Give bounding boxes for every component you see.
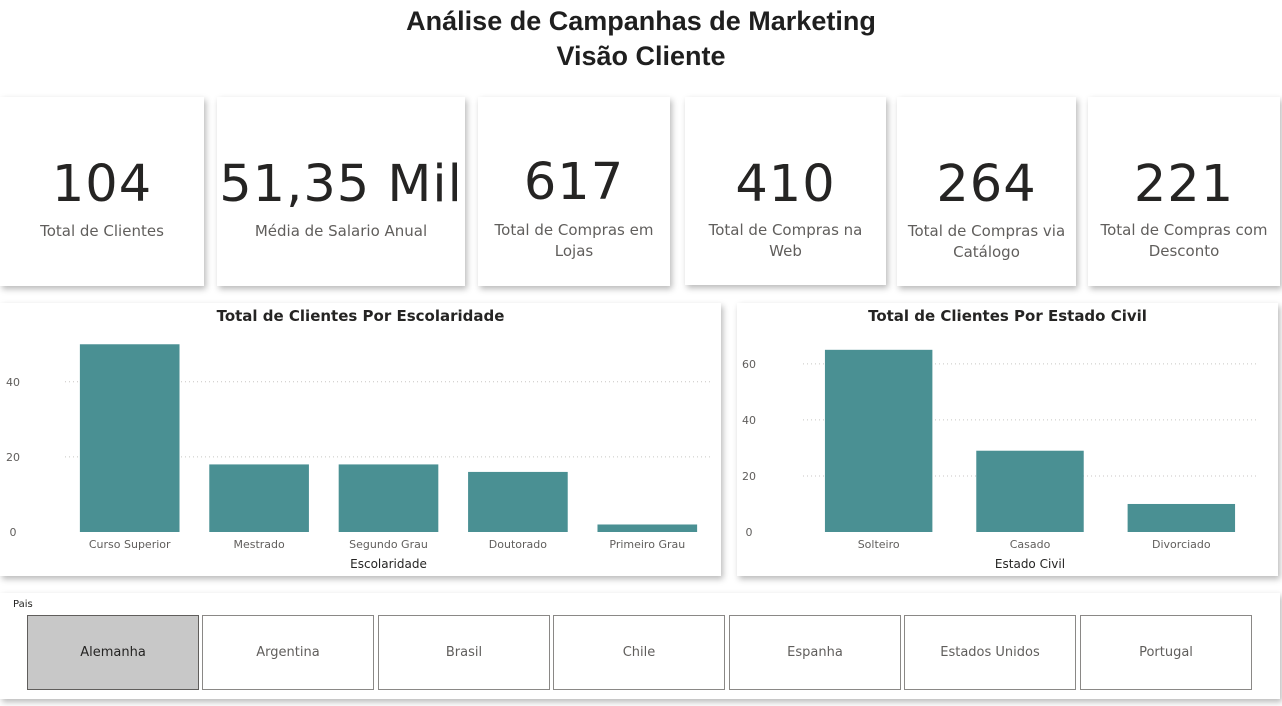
x-tick-label: Doutorado xyxy=(489,538,547,551)
country-option[interactable]: Alemanha xyxy=(27,615,199,690)
kpi-card-media-salario: 51,35 Mil Média de Salario Anual xyxy=(217,97,465,286)
country-option[interactable]: Brasil xyxy=(378,615,550,690)
x-tick-label: Primeiro Grau xyxy=(609,538,685,551)
country-option[interactable]: Portugal xyxy=(1080,615,1252,690)
country-option[interactable]: Espanha xyxy=(729,615,901,690)
kpi-label: Total de Compras na Web xyxy=(708,221,863,260)
country-option[interactable]: Chile xyxy=(553,615,725,690)
x-axis-title: Escolaridade xyxy=(350,557,427,571)
x-tick-label: Casado xyxy=(1010,538,1051,551)
y-tick-label: 40 xyxy=(742,414,756,427)
kpi-value: 51,35 Mil xyxy=(219,155,463,214)
kpi-value: 617 xyxy=(523,153,625,212)
y-tick-label: 0 xyxy=(10,526,17,539)
y-tick-label: 40 xyxy=(6,376,20,389)
kpi-card-compras-web: 410 Total de Compras na Web xyxy=(685,97,886,285)
bar xyxy=(976,450,1084,532)
kpi-value: 410 xyxy=(735,155,836,214)
x-tick-label: Divorciado xyxy=(1152,538,1211,551)
bar xyxy=(209,464,309,532)
title-line-2: Visão Cliente xyxy=(556,41,726,71)
chart-estado-civil: 0 20 40 60 Solteiro Casado Divorciado Estado Ci… xyxy=(742,349,1257,571)
kpi-card-total-clientes: 104 Total de Clientes xyxy=(0,97,204,286)
kpi-card-compras-lojas: 617 Total de Compras em Lojas xyxy=(478,97,670,286)
page-title: Análise de Campanhas de Marketing Visão … xyxy=(0,4,1282,74)
kpi-value: 104 xyxy=(51,155,153,214)
y-tick-label: 20 xyxy=(6,451,20,464)
slicer-label: Pais xyxy=(13,599,33,610)
bar xyxy=(597,524,698,532)
bar xyxy=(79,344,180,532)
kpi-label: Média de Salario Anual xyxy=(254,222,428,240)
y-tick-label: 60 xyxy=(742,358,756,371)
y-tick-label: 0 xyxy=(746,526,753,539)
x-tick-label: Mestrado xyxy=(233,538,285,551)
x-tick-label: Segundo Grau xyxy=(349,538,428,551)
chart-escolaridade-panel: Total de Clientes Por Escolaridade 0 20 40… xyxy=(0,303,721,576)
country-option[interactable]: Argentina xyxy=(202,615,374,690)
bar xyxy=(468,471,568,532)
bar xyxy=(338,464,439,532)
country-option[interactable]: Estados Unidos xyxy=(904,615,1076,690)
kpi-card-compras-catalogo: 264 Total de Compras via Catálogo xyxy=(897,97,1076,286)
chart-escolaridade: 0 20 40 Curso Superior Mestrado Segundo Grau D… xyxy=(6,344,712,571)
x-tick-label: Curso Superior xyxy=(89,538,171,551)
kpi-value: 221 xyxy=(1133,155,1235,214)
y-tick-label: 20 xyxy=(742,470,756,483)
x-tick-label: Solteiro xyxy=(858,538,900,551)
bar xyxy=(1127,503,1236,532)
bar xyxy=(824,349,933,532)
kpi-label: Total de Compras em Lojas xyxy=(494,221,654,260)
kpi-label: Total de Clientes xyxy=(40,222,164,240)
chart-estado-civil-panel: Total de Clientes Por Estado Civil 0 20 40… xyxy=(737,303,1278,576)
kpi-label: Total de Compras via Catálogo xyxy=(907,222,1066,261)
title-line-1: Análise de Campanhas de Marketing xyxy=(406,6,876,36)
kpi-value: 264 xyxy=(936,155,1037,214)
kpi-label: Total de Compras com Desconto xyxy=(1100,221,1268,260)
kpi-card-compras-desconto: 221 Total de Compras com Desconto xyxy=(1088,97,1280,286)
x-axis-title: Estado Civil xyxy=(995,557,1065,571)
